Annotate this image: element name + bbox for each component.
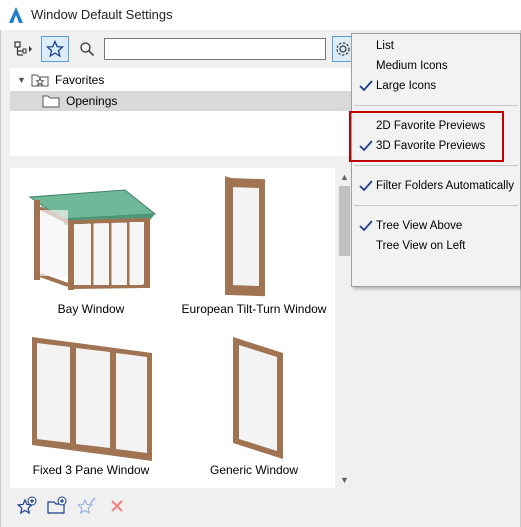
add-favorite-icon [16,496,37,515]
gallery-item-label: Fixed 3 Pane Window [32,463,150,477]
gallery-item-label: Bay Window [57,302,125,316]
browse-library-button[interactable] [10,36,38,62]
menu-item-label: Large Icons [376,80,437,92]
title-bar: Window Default Settings [0,0,521,30]
new-folder-button[interactable] [44,494,70,518]
bay-window-preview [28,189,157,290]
favorites-folder-icon [31,74,49,87]
menu-item-label: List [376,40,394,52]
star-icon [46,40,64,58]
gallery-item-label: European Tilt-Turn Window [181,302,327,316]
menu-item-list[interactable]: List [352,36,520,56]
search-icon [80,42,95,57]
chevron-down-icon[interactable]: ▼ [17,75,26,85]
gallery-item-label: Generic Window [209,463,299,477]
gallery-item-fixed-3-pane-window[interactable]: Fixed 3 Pane Window [10,331,172,488]
menu-item-label: Filter Folders Automatically [376,180,515,192]
app-logo-icon [9,7,23,23]
tree-item-label: Openings [66,94,118,108]
delete-button[interactable] [104,494,130,518]
gallery-item-bay-window[interactable]: Bay Window [10,170,172,330]
favorites-gallery: Bay Window European Tilt-Turn Window Fix… [10,168,335,488]
menu-item-filter-folders-automatically[interactable]: Filter Folders Automatically [352,176,520,196]
toolbar [10,36,360,62]
search-input[interactable] [104,38,326,60]
edit-favorite-icon [76,497,96,515]
menu-item-label: Medium Icons [376,60,448,72]
menu-item-label: 2D Favorite Previews [376,120,486,132]
new-folder-icon [47,496,67,514]
menu-item-label: Tree View on Left [376,240,466,252]
european-tilt-turn-window-preview [225,176,265,297]
gallery-item-generic-window[interactable]: Generic Window [173,331,335,488]
checkmark-icon [357,137,375,155]
menu-item-medium-icons[interactable]: Medium Icons [352,56,520,76]
browse-library-icon [14,41,32,56]
generic-window-preview [233,337,283,459]
tree-item-label: Favorites [55,73,105,87]
panel-splitter[interactable] [10,157,355,167]
gallery-item-european-tilt-turn-window[interactable]: European Tilt-Turn Window [173,170,335,330]
bottom-toolbar [10,492,355,520]
tree-item-openings[interactable]: Openings [10,91,355,111]
search-button[interactable] [74,36,100,62]
menu-item-3d-favorite-previews[interactable]: 3D Favorite Previews [352,136,520,156]
favorites-button[interactable] [41,36,69,62]
tree-item-favorites[interactable]: ▼ Favorites [10,70,355,90]
menu-item-tree-view-on-left[interactable]: Tree View on Left [352,236,520,256]
scroll-down-icon[interactable]: ▼ [336,471,353,488]
menu-item-large-icons[interactable]: Large Icons [352,76,520,96]
scrollbar-thumb[interactable] [339,186,350,256]
menu-item-label: 3D Favorite Previews [376,140,486,152]
menu-item-2d-favorite-previews[interactable]: 2D Favorite Previews [352,116,520,136]
checkmark-icon [357,77,375,95]
menu-separator [354,105,518,106]
checkmark-icon [357,177,375,195]
tree-view: ▼ Favorites Openings [10,68,355,156]
add-favorite-button[interactable] [14,494,40,518]
checkmark-icon [357,217,375,235]
folder-icon [42,95,60,108]
view-options-menu: List Medium Icons Large Icons 2D Favorit… [351,33,521,287]
window-title: Window Default Settings [31,7,173,22]
edit-favorite-button[interactable] [74,494,100,518]
fixed-3-pane-window-preview [32,337,152,461]
menu-separator [354,165,518,166]
delete-icon [111,500,123,512]
menu-item-label: Tree View Above [376,220,463,232]
menu-item-tree-view-above[interactable]: Tree View Above [352,216,520,236]
menu-separator [354,205,518,206]
